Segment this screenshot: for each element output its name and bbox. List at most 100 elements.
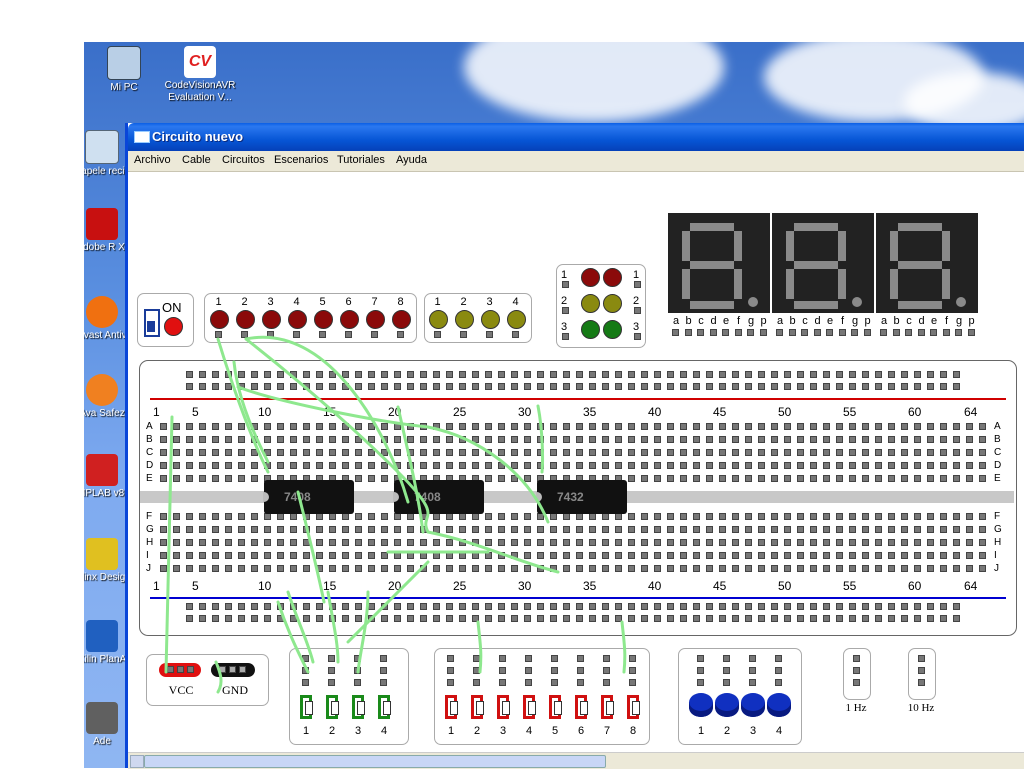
rail-hole[interactable] xyxy=(329,615,336,622)
breadboard-hole[interactable] xyxy=(862,462,869,469)
rail-hole[interactable] xyxy=(875,383,882,390)
breadboard-hole[interactable] xyxy=(407,449,414,456)
rail-hole[interactable] xyxy=(576,615,583,622)
rail-hole[interactable] xyxy=(420,615,427,622)
rail-hole[interactable] xyxy=(667,603,674,610)
breadboard-hole[interactable] xyxy=(628,449,635,456)
breadboard-hole[interactable] xyxy=(251,513,258,520)
rail-hole[interactable] xyxy=(641,615,648,622)
rail-hole[interactable] xyxy=(706,615,713,622)
breadboard-hole[interactable] xyxy=(316,565,323,572)
breadboard-hole[interactable] xyxy=(303,423,310,430)
breadboard-hole[interactable] xyxy=(355,552,362,559)
breadboard-hole[interactable] xyxy=(355,436,362,443)
rail-hole[interactable] xyxy=(212,603,219,610)
breadboard-hole[interactable] xyxy=(550,539,557,546)
breadboard-hole[interactable] xyxy=(433,436,440,443)
breadboard-hole[interactable] xyxy=(472,539,479,546)
breadboard-hole[interactable] xyxy=(576,423,583,430)
breadboard-hole[interactable] xyxy=(628,475,635,482)
breadboard-hole[interactable] xyxy=(160,552,167,559)
rail-hole[interactable] xyxy=(290,615,297,622)
button-pin[interactable] xyxy=(697,655,704,662)
rail-hole[interactable] xyxy=(498,383,505,390)
push-button[interactable] xyxy=(741,693,765,717)
rail-hole[interactable] xyxy=(524,615,531,622)
breadboard-hole[interactable] xyxy=(381,552,388,559)
breadboard-hole[interactable] xyxy=(563,539,570,546)
breadboard-hole[interactable] xyxy=(706,513,713,520)
breadboard-hole[interactable] xyxy=(589,436,596,443)
breadboard-hole[interactable] xyxy=(303,565,310,572)
rail-hole[interactable] xyxy=(693,371,700,378)
rail-hole[interactable] xyxy=(433,371,440,378)
breadboard-hole[interactable] xyxy=(888,449,895,456)
gnd-pin[interactable] xyxy=(239,666,246,673)
menu-ayuda[interactable]: Ayuda xyxy=(396,154,427,166)
breadboard-hole[interactable] xyxy=(888,436,895,443)
breadboard-hole[interactable] xyxy=(407,565,414,572)
breadboard-hole[interactable] xyxy=(888,475,895,482)
breadboard-hole[interactable] xyxy=(732,539,739,546)
breadboard-hole[interactable] xyxy=(953,526,960,533)
breadboard-hole[interactable] xyxy=(927,513,934,520)
rail-hole[interactable] xyxy=(199,603,206,610)
segment-pin[interactable] xyxy=(838,329,846,336)
rail-hole[interactable] xyxy=(901,371,908,378)
breadboard-hole[interactable] xyxy=(459,565,466,572)
breadboard-hole[interactable] xyxy=(927,436,934,443)
rail-hole[interactable] xyxy=(602,371,609,378)
breadboard-hole[interactable] xyxy=(485,449,492,456)
rail-hole[interactable] xyxy=(914,603,921,610)
rail-hole[interactable] xyxy=(862,615,869,622)
switch-pin[interactable] xyxy=(577,679,584,686)
breadboard-hole[interactable] xyxy=(407,513,414,520)
breadboard-hole[interactable] xyxy=(745,436,752,443)
breadboard-hole[interactable] xyxy=(862,526,869,533)
breadboard-hole[interactable] xyxy=(914,552,921,559)
breadboard-hole[interactable] xyxy=(290,462,297,469)
breadboard-hole[interactable] xyxy=(524,513,531,520)
rail-hole[interactable] xyxy=(342,371,349,378)
breadboard-hole[interactable] xyxy=(290,436,297,443)
dip-switch[interactable] xyxy=(601,695,614,719)
breadboard-hole[interactable] xyxy=(290,513,297,520)
circuit-canvas[interactable]: ON 12345678 1234 112233 abcdefgpabcdefgp… xyxy=(128,172,1024,752)
breadboard-hole[interactable] xyxy=(407,552,414,559)
breadboard-hole[interactable] xyxy=(342,552,349,559)
breadboard-hole[interactable] xyxy=(979,436,986,443)
breadboard-hole[interactable] xyxy=(160,539,167,546)
breadboard-hole[interactable] xyxy=(706,552,713,559)
breadboard-hole[interactable] xyxy=(563,526,570,533)
breadboard-hole[interactable] xyxy=(862,513,869,520)
breadboard-hole[interactable] xyxy=(862,423,869,430)
breadboard-hole[interactable] xyxy=(797,462,804,469)
breadboard-hole[interactable] xyxy=(901,475,908,482)
breadboard-hole[interactable] xyxy=(901,539,908,546)
rail-hole[interactable] xyxy=(836,603,843,610)
rail-hole[interactable] xyxy=(602,383,609,390)
breadboard-hole[interactable] xyxy=(940,462,947,469)
breadboard-hole[interactable] xyxy=(836,526,843,533)
rail-hole[interactable] xyxy=(641,603,648,610)
breadboard-hole[interactable] xyxy=(511,436,518,443)
rail-hole[interactable] xyxy=(225,371,232,378)
breadboard-hole[interactable] xyxy=(498,565,505,572)
rail-hole[interactable] xyxy=(537,615,544,622)
breadboard-hole[interactable] xyxy=(927,526,934,533)
breadboard-hole[interactable] xyxy=(160,513,167,520)
breadboard-hole[interactable] xyxy=(498,526,505,533)
breadboard-hole[interactable] xyxy=(901,565,908,572)
breadboard-hole[interactable] xyxy=(667,449,674,456)
rail-hole[interactable] xyxy=(680,603,687,610)
rail-hole[interactable] xyxy=(888,615,895,622)
breadboard-hole[interactable] xyxy=(446,436,453,443)
segment-pin[interactable] xyxy=(863,329,871,336)
rail-hole[interactable] xyxy=(342,383,349,390)
breadboard-hole[interactable] xyxy=(680,552,687,559)
breadboard-hole[interactable] xyxy=(537,449,544,456)
breadboard-hole[interactable] xyxy=(836,436,843,443)
breadboard-hole[interactable] xyxy=(654,552,661,559)
breadboard-hole[interactable] xyxy=(940,436,947,443)
breadboard-hole[interactable] xyxy=(797,449,804,456)
